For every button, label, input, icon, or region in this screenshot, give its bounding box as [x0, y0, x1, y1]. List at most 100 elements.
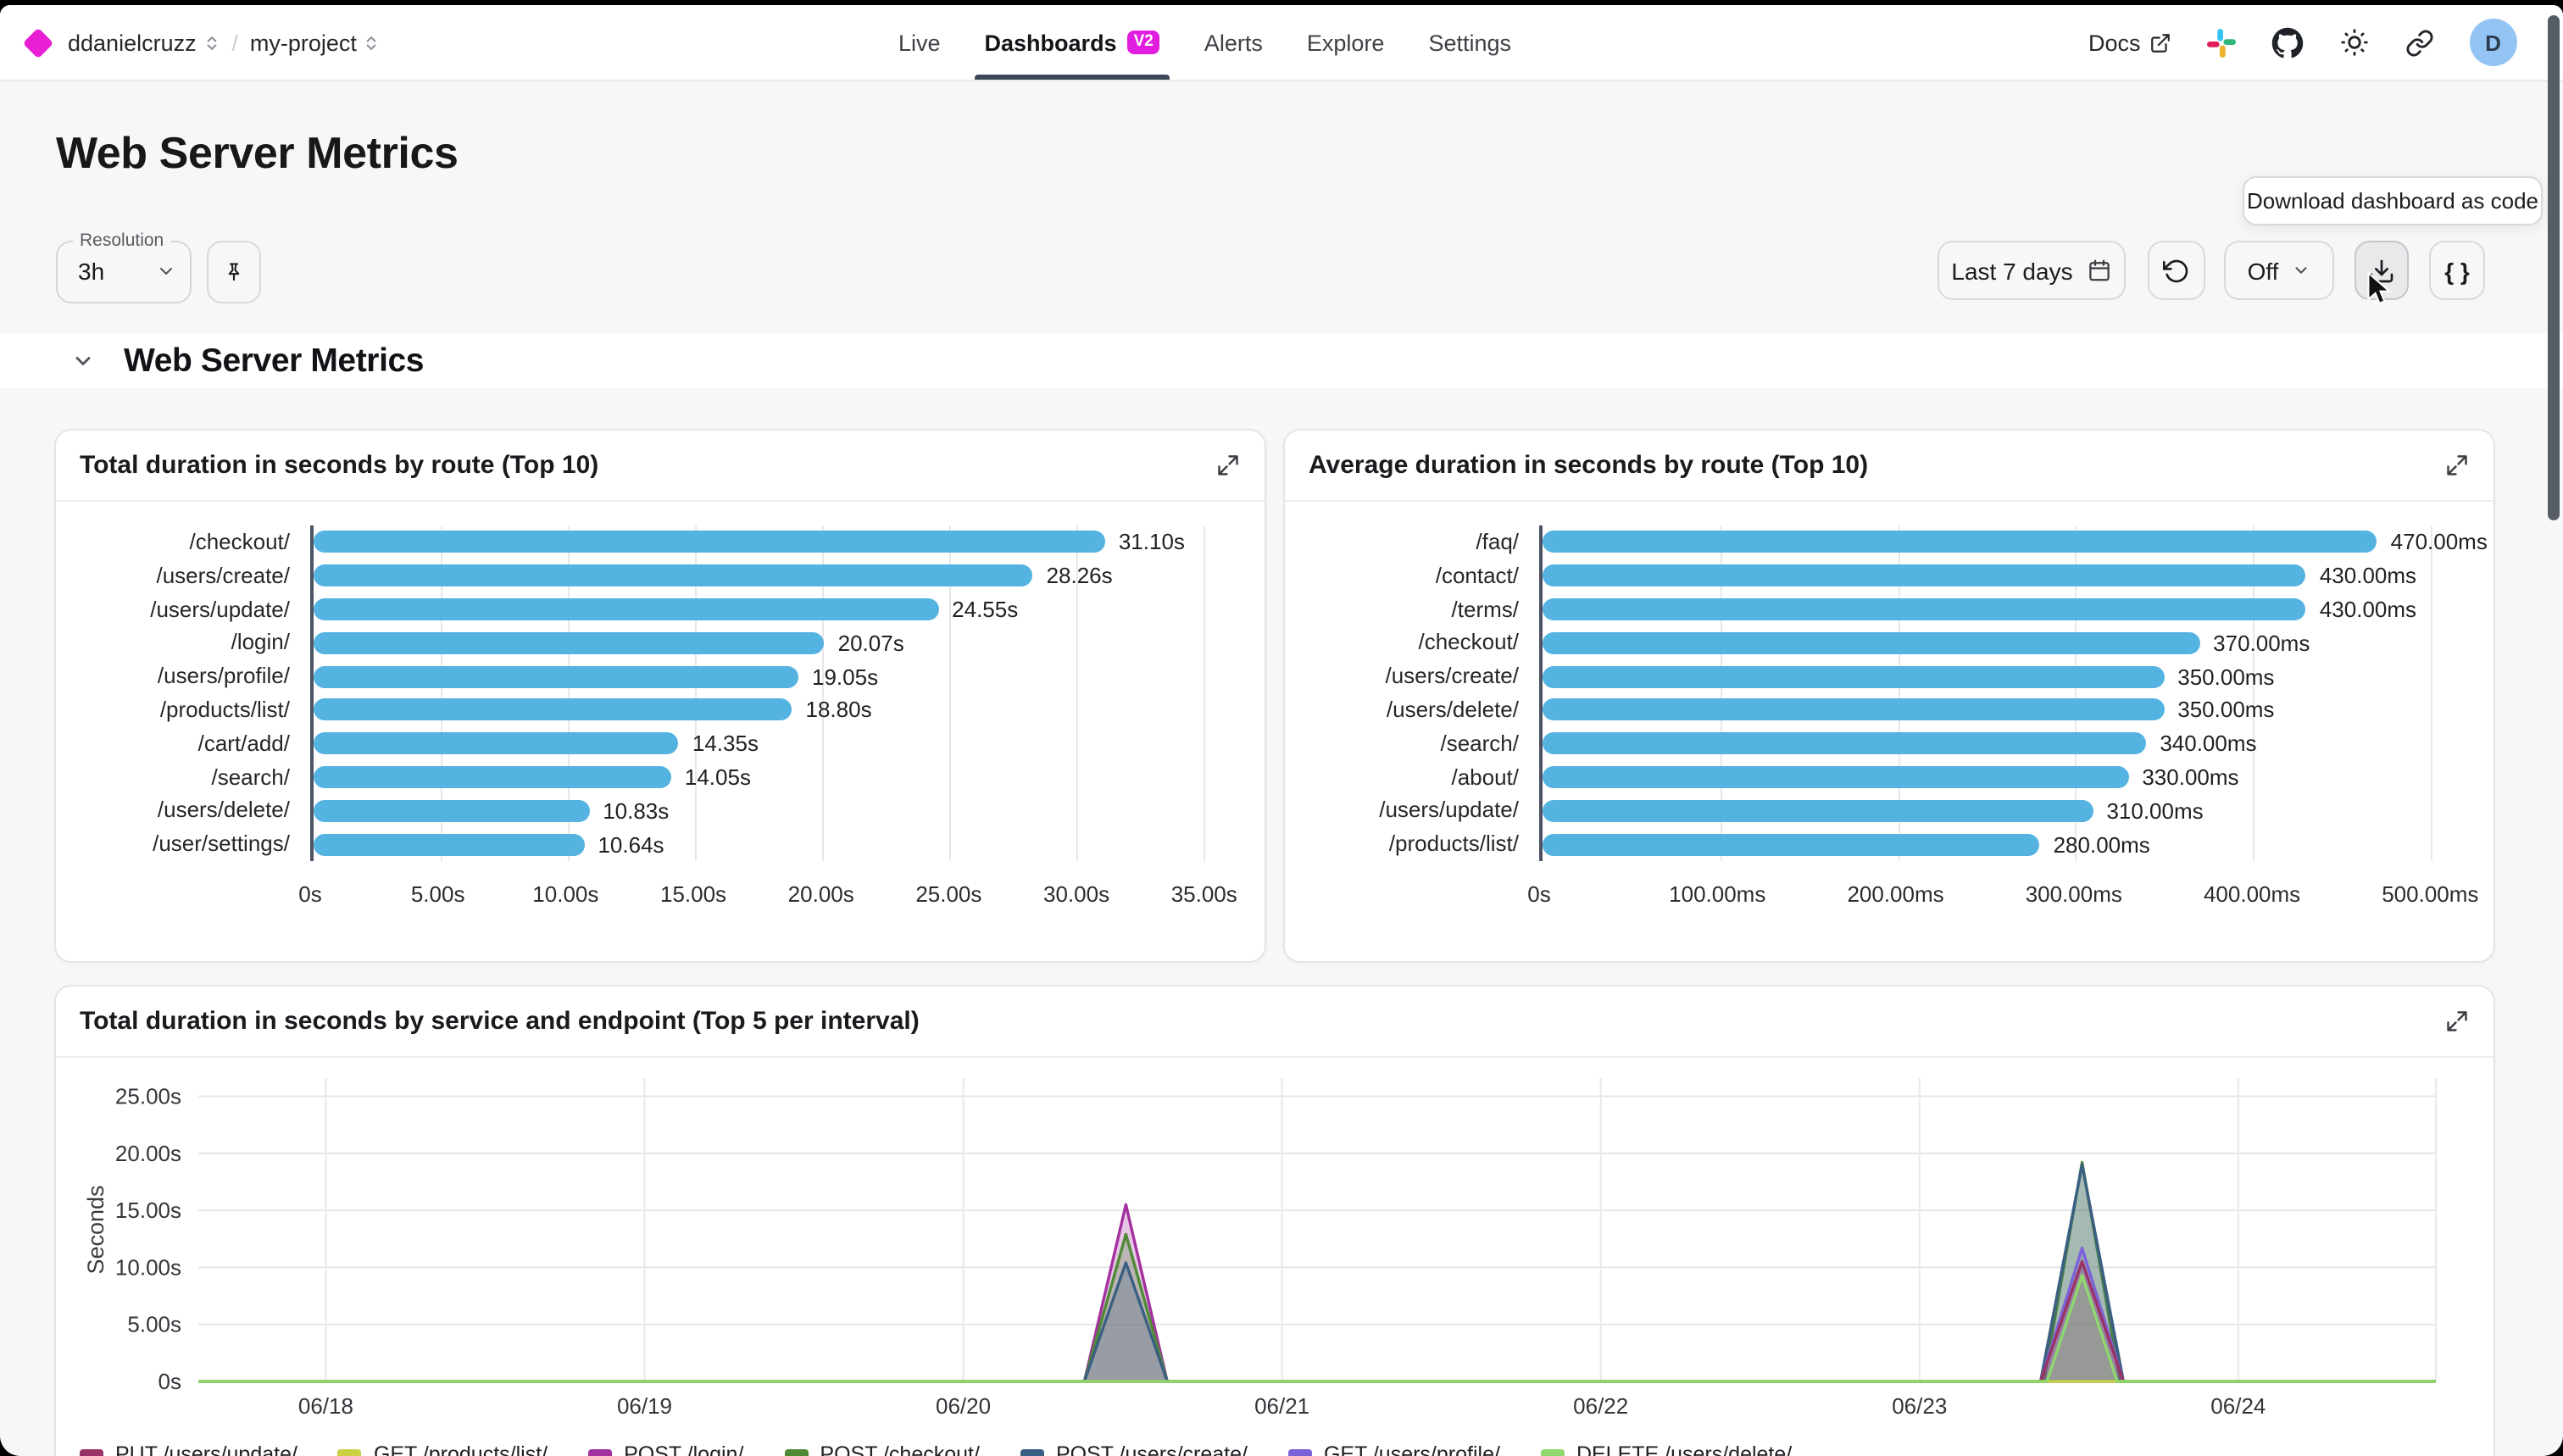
expand-icon[interactable] [2444, 453, 2470, 478]
org-switcher[interactable]: ddanielcruzz [68, 30, 220, 55]
bar[interactable] [1543, 531, 2377, 553]
category-label: /search/ [1309, 727, 1519, 761]
bar[interactable] [314, 699, 792, 721]
legend-item[interactable]: POST /checkout/ [784, 1442, 980, 1456]
slack-icon[interactable] [2207, 28, 2236, 57]
legend-item[interactable]: PUT /users/update/ [80, 1442, 297, 1456]
breadcrumb: ddanielcruzz / my-project [20, 5, 381, 80]
auto-refresh-select[interactable]: Off [2224, 241, 2334, 300]
bar[interactable] [314, 598, 938, 620]
nav-alerts[interactable]: Alerts [1204, 5, 1263, 80]
legend-item[interactable]: DELETE /users/delete/ [1541, 1442, 1792, 1456]
chevron-down-icon [156, 261, 176, 281]
refresh-button[interactable] [2148, 241, 2205, 300]
bar[interactable] [1543, 564, 2306, 586]
bar[interactable] [314, 833, 584, 855]
x-tick-label: 06/20 [936, 1393, 991, 1419]
auto-refresh-value: Off [2248, 257, 2279, 284]
legend-item[interactable]: POST /login/ [588, 1442, 743, 1456]
nav-settings[interactable]: Settings [1428, 5, 1511, 80]
bar-chart-x-axis: 0s100.00ms200.00ms300.00ms400.00ms500.00… [1539, 868, 2477, 915]
resolution-select[interactable]: Resolution 3h [56, 241, 192, 303]
bar[interactable] [314, 665, 798, 687]
bar-chart-plot-zone: 470.00ms430.00ms430.00ms370.00ms350.00ms… [1539, 525, 2477, 915]
card-header: Total duration in seconds by service and… [56, 986, 2494, 1058]
chevron-down-icon [71, 349, 95, 373]
x-tick-label: 06/23 [1892, 1393, 1947, 1419]
legend-item[interactable]: GET /users/profile/ [1288, 1442, 1500, 1456]
legend-item[interactable]: POST /users/create/ [1020, 1442, 1248, 1456]
pin-resolution-button[interactable] [207, 241, 261, 303]
legend-label: POST /checkout/ [820, 1442, 980, 1456]
x-tick-label: 300.00ms [2026, 881, 2122, 907]
bar-row: 350.00ms [1543, 693, 2477, 727]
category-label: /faq/ [1309, 525, 1519, 559]
docs-link[interactable]: Docs [2088, 30, 2171, 55]
project-name: my-project [250, 30, 357, 55]
expand-icon[interactable] [2444, 1009, 2470, 1034]
bar[interactable] [1543, 833, 2040, 855]
external-link-icon [2149, 31, 2171, 53]
bar-value-label: 31.10s [1119, 530, 1185, 555]
bar-value-label: 20.07s [838, 631, 904, 656]
bar[interactable] [1543, 665, 2164, 687]
active-tab-underline [975, 75, 1170, 80]
nav-explore[interactable]: Explore [1307, 5, 1385, 80]
vertical-scrollbar-thumb[interactable] [2548, 15, 2560, 520]
x-tick-label: 400.00ms [2204, 881, 2300, 907]
nav-dashboards[interactable]: Dashboards V2 [985, 5, 1160, 80]
user-avatar[interactable]: D [2470, 19, 2517, 66]
bar-value-label: 350.00ms [2177, 697, 2274, 723]
card-header: Average duration in seconds by route (To… [1285, 431, 2494, 502]
bar[interactable] [314, 564, 1033, 586]
card-title: Total duration in seconds by route (Top … [80, 451, 598, 480]
x-tick-label: 10.00s [532, 881, 598, 907]
bar[interactable] [1543, 800, 2093, 822]
bar[interactable] [1543, 598, 2306, 620]
github-icon[interactable] [2271, 26, 2304, 58]
bar-row: 310.00ms [1543, 794, 2477, 828]
area-chart-svg: 0s5.00s10.00s15.00s20.00s25.00s06/1806/1… [80, 1061, 2470, 1427]
section-collapse-header[interactable]: Web Server Metrics [0, 334, 2563, 388]
nav-live[interactable]: Live [898, 5, 941, 80]
card-header: Total duration in seconds by route (Top … [56, 431, 1265, 502]
chart-legend: PUT /users/update/GET /products/list/POS… [80, 1442, 2470, 1456]
bar[interactable] [314, 766, 671, 788]
logfire-logo-icon[interactable] [23, 27, 54, 58]
x-tick-label: 25.00s [915, 881, 981, 907]
refresh-icon [2163, 257, 2190, 284]
legend-label: GET /users/profile/ [1324, 1442, 1500, 1456]
bar[interactable] [1543, 766, 2128, 788]
bar[interactable] [314, 732, 679, 754]
category-label: /checkout/ [1309, 626, 1519, 660]
bar-row: 28.26s [314, 559, 1248, 593]
bar[interactable] [314, 800, 589, 822]
bar[interactable] [1543, 699, 2164, 721]
bar-row: 19.05s [314, 659, 1248, 693]
y-tick-label: 10.00s [115, 1254, 181, 1280]
theme-toggle-sun-icon[interactable] [2339, 27, 2370, 58]
legend-item[interactable]: GET /products/list/ [338, 1442, 548, 1456]
time-range-button[interactable]: Last 7 days [1938, 241, 2126, 300]
avatar-initial: D [2485, 30, 2501, 55]
bar-chart-plot: 470.00ms430.00ms430.00ms370.00ms350.00ms… [1539, 525, 2477, 861]
up-down-chevron-icon [364, 31, 381, 53]
bar-row: 470.00ms [1543, 525, 2477, 559]
bar[interactable] [1543, 732, 2146, 754]
share-link-icon[interactable] [2405, 28, 2434, 57]
app-viewport: ddanielcruzz / my-project Live Dashboard… [0, 0, 2563, 1456]
bar[interactable] [314, 531, 1105, 553]
x-tick-label: 06/21 [1254, 1393, 1309, 1419]
bar-row: 350.00ms [1543, 659, 2477, 693]
dashboard-code-button[interactable]: { } [2429, 241, 2485, 300]
project-switcher[interactable]: my-project [250, 30, 381, 55]
bar[interactable] [314, 632, 825, 654]
docs-label: Docs [2088, 30, 2141, 55]
bar-value-label: 14.35s [692, 731, 759, 756]
bar-value-label: 10.64s [598, 831, 664, 857]
expand-icon[interactable] [1215, 453, 1241, 478]
bar[interactable] [1543, 632, 2199, 654]
x-tick-label: 100.00ms [1669, 881, 1765, 907]
bar-row: 18.80s [314, 693, 1248, 727]
chart-card-duration-by-service-endpoint: Total duration in seconds by service and… [54, 985, 2495, 1456]
